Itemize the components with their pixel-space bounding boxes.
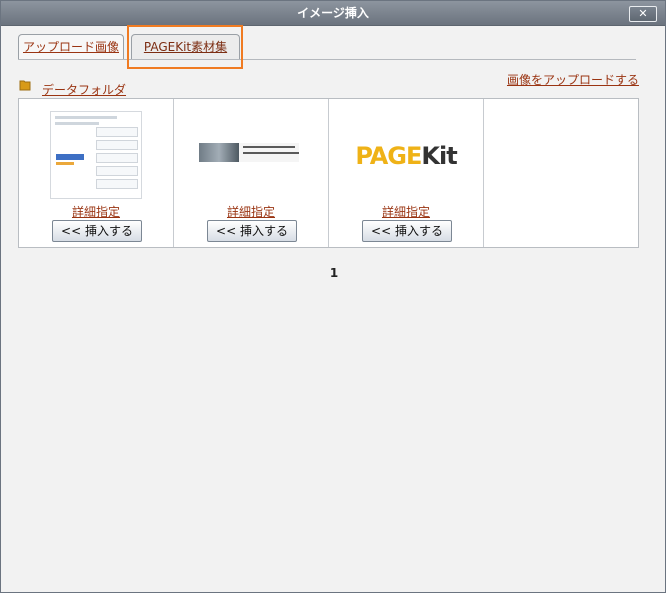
image-grid: 詳細指定 << 挿入する 詳細指定 << 挿入する PAGEKit 詳細指定 <…: [18, 98, 639, 248]
close-button[interactable]: ✕: [629, 6, 657, 22]
folder-row: データフォルダ 画像をアップロードする: [19, 73, 639, 98]
thumbnail-image[interactable]: [19, 105, 173, 199]
insert-button[interactable]: << 挿入する: [52, 220, 142, 242]
insert-button[interactable]: << 挿入する: [207, 220, 297, 242]
pagekit-logo-image: PAGEKit: [355, 142, 457, 170]
grid-cell-empty: [484, 99, 636, 247]
data-folder-link[interactable]: データフォルダ: [42, 81, 126, 98]
grid-cell: PAGEKit 詳細指定 << 挿入する: [329, 99, 484, 247]
grid-cell: 詳細指定 << 挿入する: [19, 99, 174, 247]
tab-highlight-box: [127, 25, 243, 69]
dialog-title: イメージ挿入: [297, 6, 369, 20]
pagination-current-page[interactable]: 1: [1, 266, 666, 280]
website-screenshot-image: [50, 111, 142, 199]
tab-uploaded-images[interactable]: アップロード画像: [18, 34, 124, 59]
detail-link[interactable]: 詳細指定: [329, 203, 483, 220]
banner-image: [199, 143, 299, 162]
tab-divider: [18, 59, 636, 60]
insert-button[interactable]: << 挿入する: [362, 220, 452, 242]
dialog-titlebar: イメージ挿入 ✕: [1, 1, 665, 26]
grid-cell: 詳細指定 << 挿入する: [174, 99, 329, 247]
detail-link[interactable]: 詳細指定: [174, 203, 328, 220]
thumbnail-image[interactable]: PAGEKit: [329, 105, 483, 199]
folder-icon: [19, 79, 31, 91]
detail-link[interactable]: 詳細指定: [19, 203, 173, 220]
upload-image-link[interactable]: 画像をアップロードする: [507, 71, 639, 88]
thumbnail-image[interactable]: [174, 105, 328, 199]
image-insert-dialog: イメージ挿入 ✕ アップロード画像 PAGEKit素材集 データフォルダ 画像を…: [0, 0, 666, 593]
